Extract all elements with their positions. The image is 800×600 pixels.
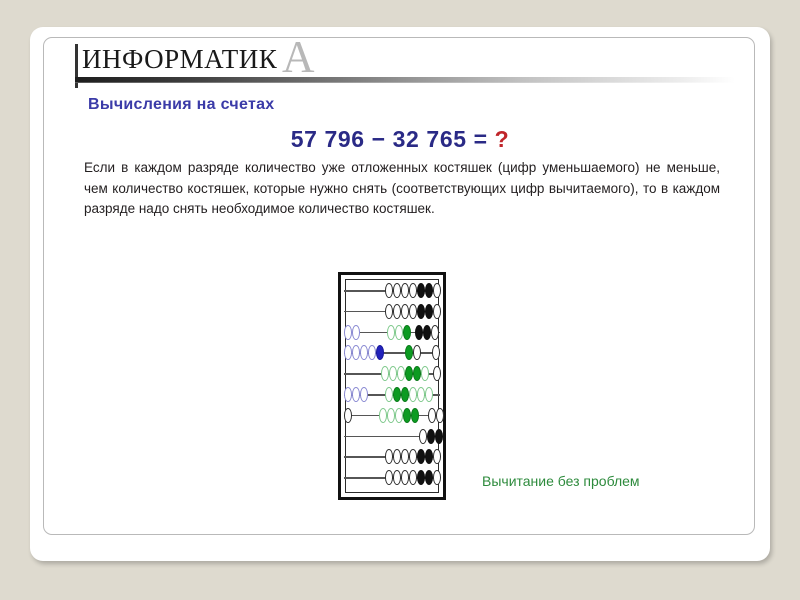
abacus-rod	[343, 323, 441, 343]
abacus-bead	[360, 387, 369, 402]
logo-horizontal-rule-thin	[75, 82, 735, 83]
abacus-bead	[376, 345, 385, 361]
equation: 57 796 − 32 765 = ?	[44, 126, 756, 153]
abacus-bead	[425, 387, 434, 402]
abacus-rod	[343, 343, 441, 363]
abacus-rod	[343, 427, 444, 447]
abacus-bead	[431, 324, 440, 340]
abacus-bead	[352, 324, 361, 340]
abacus-bead	[433, 283, 442, 298]
abacus-bead	[433, 449, 442, 465]
abacus-bead	[403, 324, 412, 340]
header-logo: ИНФОРМАТИК А	[75, 33, 735, 90]
equation-expression: 57 796 − 32 765 =	[290, 126, 495, 152]
slide-inner-frame: ИНФОРМАТИК А Вычисления на счетах 57 796…	[43, 33, 756, 535]
figure-caption: Вычитание без проблем	[482, 473, 640, 489]
abacus-bead	[413, 345, 422, 361]
abacus-rod	[343, 364, 442, 384]
abacus-rod	[343, 447, 442, 467]
abacus-bead	[411, 407, 420, 423]
abacus-rod	[343, 406, 445, 426]
slide-card: ИНФОРМАТИК А Вычисления на счетах 57 796…	[30, 27, 770, 561]
abacus-bead	[433, 470, 442, 486]
abacus-rod	[343, 281, 442, 301]
abacus-rod	[343, 385, 441, 405]
abacus-bead	[432, 345, 441, 361]
abacus-bead	[433, 303, 442, 319]
equation-question-mark: ?	[494, 126, 510, 152]
abacus-bead	[421, 366, 430, 382]
logo-big-letter: А	[282, 32, 315, 82]
abacus-bead	[344, 407, 353, 423]
page-title: Вычисления на счетах	[88, 96, 275, 113]
abacus-figure	[338, 272, 446, 500]
abacus-bead	[433, 366, 442, 382]
logo-text: ИНФОРМАТИК	[82, 44, 278, 74]
body-paragraph: Если в каждом разряде количество уже отл…	[84, 160, 720, 216]
abacus-rod	[343, 302, 442, 322]
abacus-rod	[343, 468, 442, 488]
